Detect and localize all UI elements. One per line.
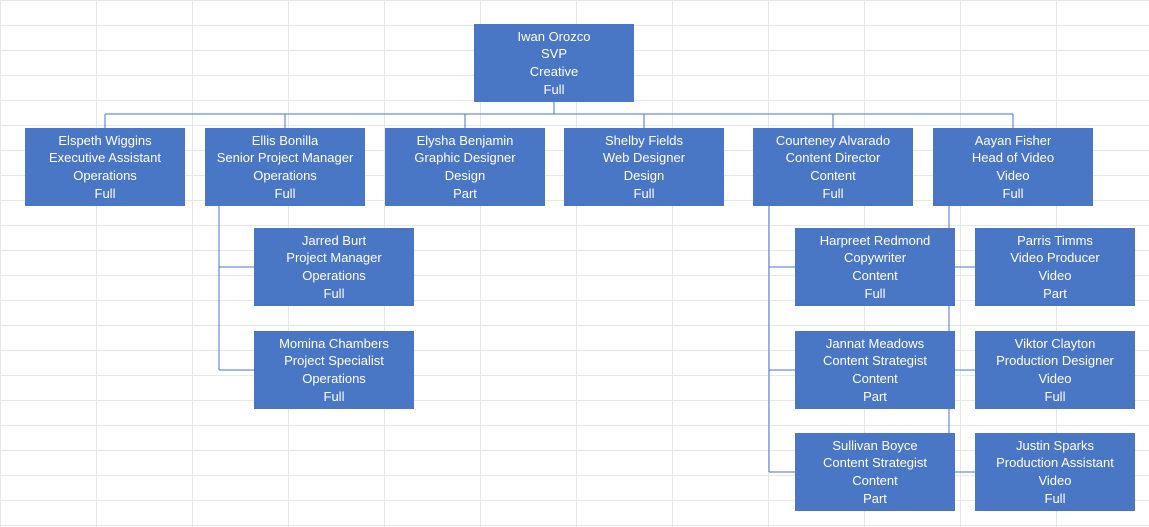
node-title: Content Strategist: [823, 352, 927, 370]
node-emp: Full: [865, 285, 886, 303]
org-node-aayan-fisher[interactable]: Aayan Fisher Head of Video Video Full: [933, 128, 1093, 206]
node-title: Production Assistant: [996, 454, 1114, 472]
node-dept: Content: [810, 167, 856, 185]
node-name: Courteney Alvarado: [776, 132, 890, 150]
node-dept: Content: [852, 472, 898, 490]
node-title: Head of Video: [972, 149, 1054, 167]
node-name: Elspeth Wiggins: [58, 132, 151, 150]
org-node-elspeth-wiggins[interactable]: Elspeth Wiggins Executive Assistant Oper…: [25, 128, 185, 206]
node-name: Parris Timms: [1017, 232, 1093, 250]
node-emp: Full: [634, 185, 655, 203]
node-emp: Full: [95, 185, 116, 203]
org-node-jarred-burt[interactable]: Jarred Burt Project Manager Operations F…: [254, 228, 414, 306]
node-name: Ellis Bonilla: [252, 132, 318, 150]
node-name: Sullivan Boyce: [832, 437, 917, 455]
org-node-viktor-clayton[interactable]: Viktor Clayton Production Designer Video…: [975, 331, 1135, 409]
node-name: Elysha Benjamin: [417, 132, 514, 150]
node-title: Production Designer: [996, 352, 1114, 370]
org-node-jannat-meadows[interactable]: Jannat Meadows Content Strategist Conten…: [795, 331, 955, 409]
node-emp: Full: [823, 185, 844, 203]
node-emp: Full: [544, 81, 565, 99]
node-title: Executive Assistant: [49, 149, 161, 167]
org-node-shelby-fields[interactable]: Shelby Fields Web Designer Design Full: [564, 128, 724, 206]
node-name: Momina Chambers: [279, 335, 389, 353]
node-title: Project Specialist: [284, 352, 384, 370]
node-title: Content Strategist: [823, 454, 927, 472]
node-name: Harpreet Redmond: [820, 232, 931, 250]
org-node-courteney-alvarado[interactable]: Courteney Alvarado Content Director Cont…: [753, 128, 913, 206]
node-title: Video Producer: [1010, 249, 1099, 267]
node-emp: Full: [1045, 490, 1066, 508]
org-node-momina-chambers[interactable]: Momina Chambers Project Specialist Opera…: [254, 331, 414, 409]
node-emp: Full: [1003, 185, 1024, 203]
org-node-elysha-benjamin[interactable]: Elysha Benjamin Graphic Designer Design …: [385, 128, 545, 206]
node-title: Content Director: [786, 149, 881, 167]
node-name: Aayan Fisher: [975, 132, 1052, 150]
node-title: Graphic Designer: [414, 149, 515, 167]
node-emp: Part: [863, 388, 887, 406]
node-title: Senior Project Manager: [217, 149, 354, 167]
node-dept: Video: [1038, 370, 1071, 388]
node-title: Web Designer: [603, 149, 685, 167]
node-emp: Part: [1043, 285, 1067, 303]
node-emp: Full: [1045, 388, 1066, 406]
org-node-harpreet-redmond[interactable]: Harpreet Redmond Copywriter Content Full: [795, 228, 955, 306]
node-name: Justin Sparks: [1016, 437, 1094, 455]
node-name: Jannat Meadows: [826, 335, 924, 353]
node-dept: Video: [1038, 472, 1071, 490]
node-dept: Content: [852, 370, 898, 388]
node-title: Project Manager: [286, 249, 381, 267]
node-dept: Design: [445, 167, 485, 185]
node-dept: Video: [996, 167, 1029, 185]
node-dept: Operations: [73, 167, 137, 185]
node-emp: Part: [453, 185, 477, 203]
node-title: Copywriter: [844, 249, 906, 267]
node-name: Viktor Clayton: [1015, 335, 1096, 353]
org-chart-sheet: Iwan Orozco SVP Creative Full Elspeth Wi…: [0, 0, 1149, 527]
node-emp: Full: [275, 185, 296, 203]
node-emp: Full: [324, 388, 345, 406]
node-dept: Creative: [530, 63, 578, 81]
node-dept: Operations: [302, 370, 366, 388]
node-name: Iwan Orozco: [518, 28, 591, 46]
node-dept: Content: [852, 267, 898, 285]
org-node-parris-timms[interactable]: Parris Timms Video Producer Video Part: [975, 228, 1135, 306]
org-node-sullivan-boyce[interactable]: Sullivan Boyce Content Strategist Conten…: [795, 433, 955, 511]
node-dept: Video: [1038, 267, 1071, 285]
node-emp: Part: [863, 490, 887, 508]
org-node-root[interactable]: Iwan Orozco SVP Creative Full: [474, 24, 634, 102]
org-node-ellis-bonilla[interactable]: Ellis Bonilla Senior Project Manager Ope…: [205, 128, 365, 206]
node-name: Jarred Burt: [302, 232, 366, 250]
node-dept: Design: [624, 167, 664, 185]
node-dept: Operations: [302, 267, 366, 285]
node-dept: Operations: [253, 167, 317, 185]
org-node-justin-sparks[interactable]: Justin Sparks Production Assistant Video…: [975, 433, 1135, 511]
node-emp: Full: [324, 285, 345, 303]
node-title: SVP: [541, 45, 567, 63]
node-name: Shelby Fields: [605, 132, 683, 150]
